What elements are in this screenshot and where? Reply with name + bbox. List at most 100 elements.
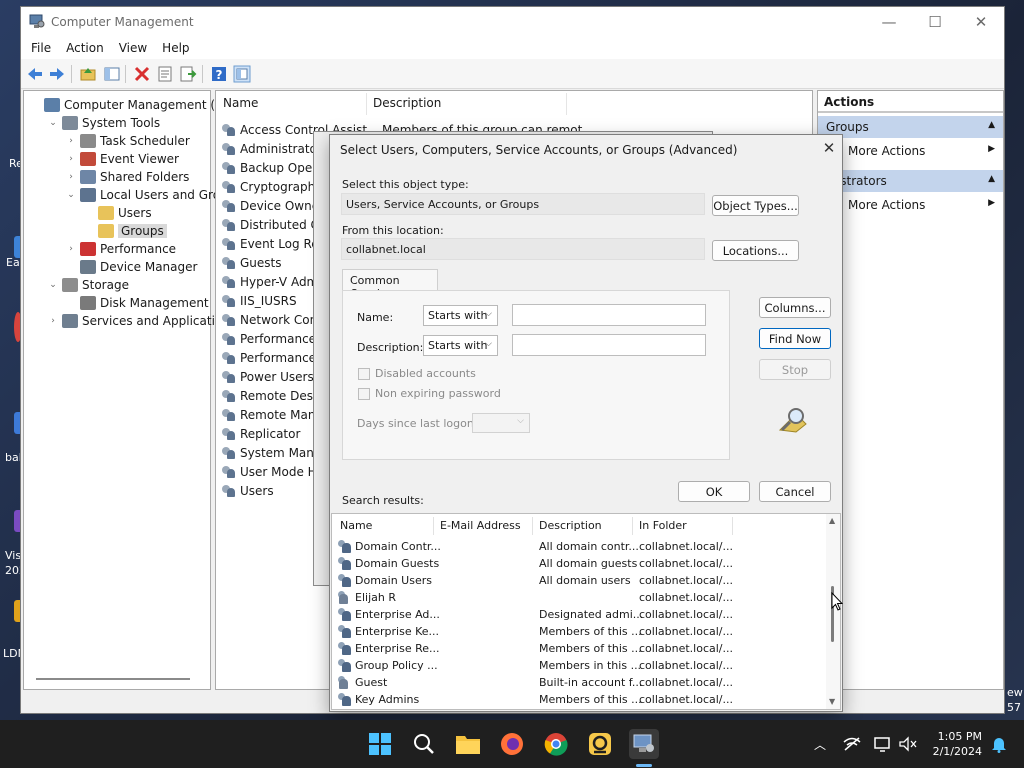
result-header-email[interactable]: E-Mail Address — [440, 519, 521, 532]
search-result-row[interactable]: Enterprise Ad... Designated admi... collab… — [337, 607, 817, 624]
column-header-description[interactable]: Description — [373, 96, 441, 110]
name-input[interactable] — [512, 304, 706, 326]
desktop-icon-label[interactable]: 57 — [1007, 701, 1021, 714]
tree-item[interactable]: Disk Management — [66, 294, 209, 312]
description-input[interactable] — [512, 334, 706, 356]
search-result-row[interactable]: Enterprise Re... Members of this ... colla… — [337, 641, 817, 658]
tree-item[interactable]: Users — [84, 204, 152, 222]
help-icon[interactable]: ? — [210, 65, 228, 83]
search-result-row[interactable]: Elijah R collabnet.local/... — [337, 590, 817, 607]
forward-arrow-icon[interactable] — [48, 65, 66, 83]
cancel-button[interactable]: Cancel — [759, 481, 831, 502]
export-list-icon[interactable] — [179, 65, 197, 83]
description-match-dropdown[interactable]: Starts with ⌵ — [423, 335, 498, 356]
column-separator[interactable] — [566, 93, 567, 115]
result-header-description[interactable]: Description — [539, 519, 602, 532]
chevron-right-icon[interactable]: › — [66, 136, 76, 146]
menu-action[interactable]: Action — [66, 41, 104, 55]
tree-item[interactable]: › Performance — [66, 240, 176, 258]
tree-item[interactable]: Groups — [84, 222, 167, 240]
tree-item[interactable]: › Services and Applications — [48, 312, 236, 330]
disabled-accounts-checkbox[interactable]: Disabled accounts — [358, 367, 476, 380]
clock[interactable]: 1:05 PM 2/1/2024 — [920, 729, 982, 759]
firefox-icon[interactable] — [497, 729, 527, 759]
ok-button[interactable]: OK — [678, 481, 750, 502]
collapse-up-icon[interactable]: ▲ — [988, 174, 995, 184]
search-result-row[interactable]: Domain Users All domain users collabnet.lo… — [337, 573, 817, 590]
actions-section-administrators[interactable]: inistrators ▲ — [818, 170, 1003, 192]
object-types-button[interactable]: Object Types... — [712, 195, 799, 216]
volume-muted-icon[interactable] — [893, 729, 923, 759]
chevron-right-icon[interactable]: › — [48, 316, 58, 326]
network-disabled-icon[interactable] — [837, 729, 867, 759]
stop-button[interactable]: Stop — [759, 359, 831, 380]
tree-item[interactable]: › Shared Folders — [66, 168, 189, 186]
menu-help[interactable]: Help — [162, 41, 189, 55]
chevron-right-icon[interactable]: › — [66, 154, 76, 164]
up-folder-icon[interactable] — [79, 65, 97, 83]
delete-icon[interactable] — [133, 65, 151, 83]
title-bar[interactable]: Computer Management — ☐ ✕ — [21, 7, 1004, 37]
desktop-icon-label[interactable]: ew — [1007, 686, 1023, 699]
search-result-row[interactable]: Key Admins Members of this ... collabnet.l… — [337, 692, 817, 709]
search-result-row[interactable]: Domain Guests All domain guests collabnet.… — [337, 556, 817, 573]
chevron-right-icon[interactable]: › — [66, 172, 76, 182]
search-result-row[interactable]: Group Policy ... Members in this ... colla… — [337, 658, 817, 675]
search-icon[interactable] — [409, 729, 439, 759]
windows-start-icon[interactable] — [365, 729, 395, 759]
checkbox-box[interactable] — [358, 367, 370, 380]
more-actions-groups[interactable]: More Actions ▶ — [818, 140, 1003, 162]
locations-button[interactable]: Locations... — [712, 240, 799, 261]
chevron-down-icon[interactable]: ⌄ — [48, 118, 58, 128]
column-separator[interactable] — [632, 517, 633, 535]
result-header-in-folder[interactable]: In Folder — [639, 519, 687, 532]
tree-item[interactable]: ⌄ Storage — [48, 276, 129, 294]
back-arrow-icon[interactable] — [26, 65, 44, 83]
more-actions-administrators[interactable]: More Actions ▶ — [818, 194, 1003, 216]
menu-file[interactable]: File — [31, 41, 51, 55]
close-button[interactable]: ✕ — [958, 9, 1004, 35]
remote-app-icon[interactable] — [585, 729, 615, 759]
properties-icon[interactable] — [156, 65, 174, 83]
non-expiring-password-checkbox[interactable]: Non expiring password — [358, 387, 501, 400]
days-since-logon-dropdown[interactable]: ⌵ — [472, 413, 530, 433]
find-now-button[interactable]: Find Now — [759, 328, 831, 349]
file-explorer-icon[interactable] — [453, 729, 483, 759]
column-separator[interactable] — [366, 93, 367, 115]
action-pane-icon[interactable] — [233, 65, 251, 83]
chevron-up-icon[interactable]: ︿ — [805, 729, 835, 759]
chevron-down-icon[interactable]: ⌄ — [48, 280, 58, 290]
notification-bell-icon[interactable] — [984, 729, 1014, 759]
tree-item[interactable]: › Event Viewer — [66, 150, 179, 168]
column-header-name[interactable]: Name — [223, 96, 258, 110]
dialog-close-button[interactable]: ✕ — [817, 139, 841, 161]
chevron-down-icon[interactable]: ⌄ — [66, 190, 76, 200]
tree-item[interactable]: ⌄ System Tools — [48, 114, 160, 132]
computer-management-taskbar-icon[interactable] — [629, 729, 659, 759]
maximize-button[interactable]: ☐ — [912, 9, 958, 35]
scroll-down-icon[interactable]: ▼ — [829, 697, 835, 706]
tree-item[interactable]: Device Manager — [66, 258, 197, 276]
columns-button[interactable]: Columns... — [759, 297, 831, 318]
search-result-row[interactable]: Enterprise Ke... Members of this ... colla… — [337, 624, 817, 641]
horizontal-scrollbar[interactable] — [36, 678, 190, 680]
tab-common-queries[interactable]: Common Queries — [342, 269, 438, 300]
column-separator[interactable] — [532, 517, 533, 535]
column-separator[interactable] — [433, 517, 434, 535]
scroll-up-icon[interactable]: ▲ — [829, 516, 835, 525]
tree-item[interactable]: Computer Management (Local — [30, 96, 246, 114]
name-match-dropdown[interactable]: Starts with ⌵ — [423, 305, 498, 326]
search-result-row[interactable]: Guest Built-in account f... collabnet.loca… — [337, 675, 817, 692]
search-result-row[interactable]: Domain Contr... All domain contr... collab… — [337, 539, 817, 556]
chrome-icon[interactable] — [541, 729, 571, 759]
menu-view[interactable]: View — [119, 41, 147, 55]
column-separator[interactable] — [732, 517, 733, 535]
chevron-right-icon[interactable]: › — [66, 244, 76, 254]
minimize-button[interactable]: — — [866, 9, 912, 35]
actions-section-groups[interactable]: Groups ▲ — [818, 116, 1003, 138]
desktop-icon-label[interactable]: Vis — [5, 549, 21, 562]
result-header-name[interactable]: Name — [340, 519, 372, 532]
collapse-up-icon[interactable]: ▲ — [988, 120, 995, 130]
tree-item[interactable]: › Task Scheduler — [66, 132, 190, 150]
checkbox-box[interactable] — [358, 387, 370, 400]
